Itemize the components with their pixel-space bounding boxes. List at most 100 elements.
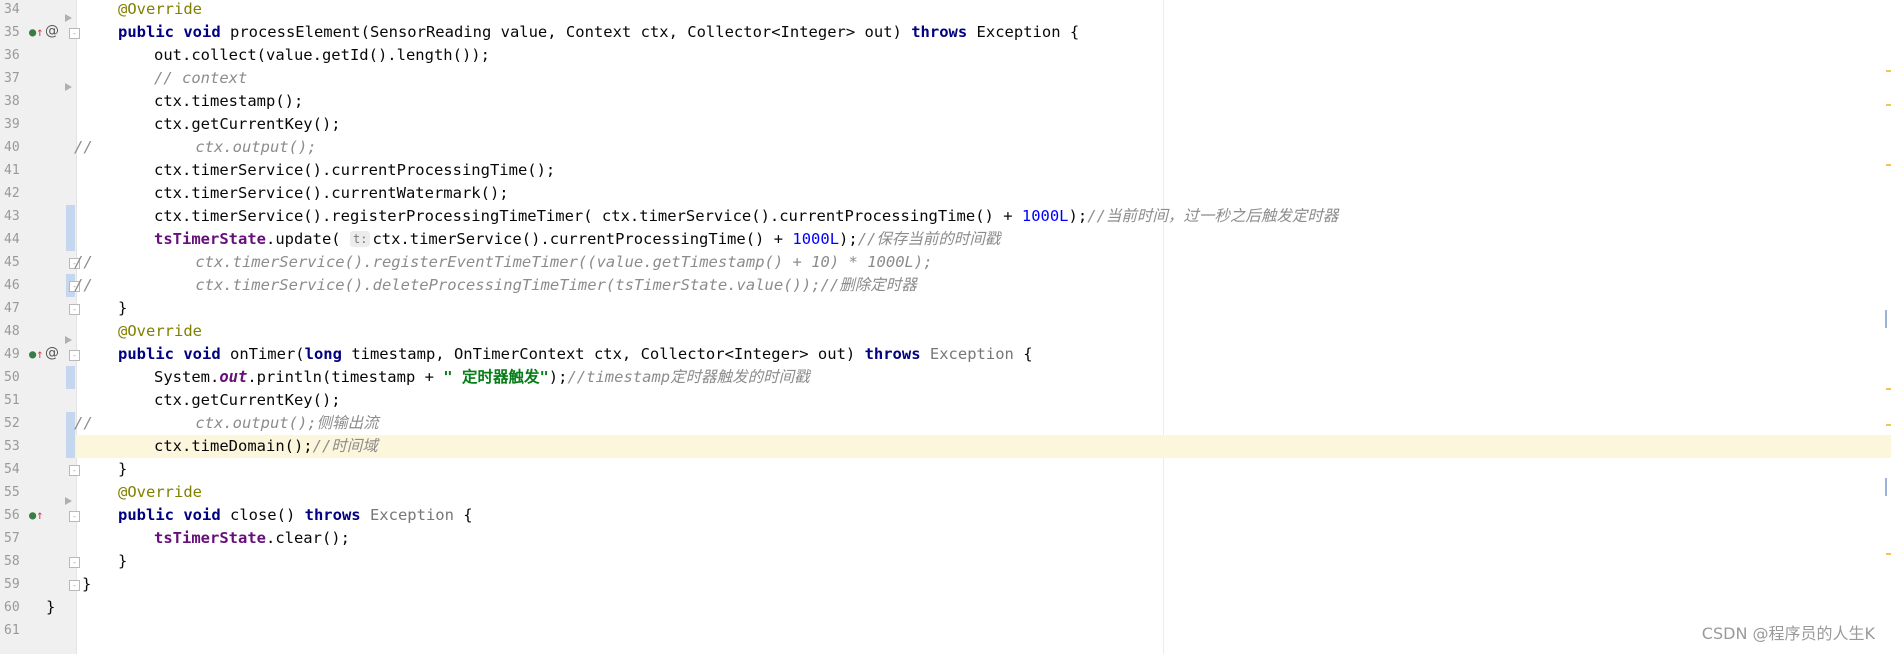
line-number: 35 — [4, 25, 20, 40]
code-token: ctx.timeDomain(); — [154, 437, 313, 455]
code-line[interactable]: } — [76, 297, 1891, 320]
code-line[interactable]: public void close() throws Exception { — [76, 504, 1891, 527]
code-line[interactable]: @Override — [76, 320, 1891, 343]
code-line[interactable]: tsTimerState.update( t: ctx.timerService(… — [76, 228, 1891, 251]
code-line[interactable]: // ctx.output();侧输出流 — [74, 412, 1891, 435]
breakpoint-arrow-icon[interactable] — [65, 83, 72, 91]
line-number: 50 — [4, 370, 20, 385]
code-token: ); — [1068, 207, 1088, 225]
warning-stripe-mark[interactable] — [1886, 104, 1891, 106]
code-text: } — [118, 550, 127, 573]
code-text: @Override — [118, 481, 202, 504]
line-number: 48 — [4, 324, 20, 339]
code-line[interactable]: } — [76, 458, 1891, 481]
code-token: tsTimerState — [154, 230, 266, 248]
code-line[interactable]: // ctx.timerService().deleteProcessingTi… — [74, 274, 1891, 297]
code-token: @Override — [118, 322, 202, 340]
breakpoint-arrow-icon[interactable] — [65, 336, 72, 344]
code-line[interactable]: out.collect(value.getId().length()); — [76, 44, 1891, 67]
line-number: 51 — [4, 393, 20, 408]
code-text: ctx.timeDomain();//时间域 — [154, 435, 378, 458]
breakpoint-arrow-icon[interactable] — [65, 14, 72, 22]
line-number: 43 — [4, 209, 20, 224]
line-number-gutter[interactable]: 34 35- ●↑ @36 37 38 39 40 41 42 43 44 45-46-47-48 49-… — [0, 0, 80, 654]
at-sign-icon[interactable]: @ — [45, 345, 59, 361]
code-token: Exception — [369, 506, 454, 524]
code-token: @Override — [118, 0, 202, 18]
code-line[interactable]: tsTimerState.clear(); — [76, 527, 1891, 550]
code-line[interactable]: ctx.timerService().registerProcessingTim… — [76, 205, 1891, 228]
override-up-arrow-icon[interactable]: ●↑ — [29, 25, 43, 39]
code-text: ctx.getCurrentKey(); — [154, 113, 341, 136]
warning-stripe-mark[interactable] — [1886, 424, 1891, 426]
code-text: out.collect(value.getId().length()); — [154, 44, 490, 67]
code-line[interactable]: System.out.println(timestamp + " 定时器触发")… — [76, 366, 1891, 389]
code-token: 1000L — [1021, 207, 1069, 225]
vcs-change-marker[interactable] — [66, 228, 75, 251]
code-text: ctx.timerService().currentProcessingTime… — [154, 159, 555, 182]
line-number: 59 — [4, 577, 20, 592]
vcs-change-marker[interactable] — [66, 205, 75, 228]
code-line[interactable]: @Override — [76, 481, 1891, 504]
code-token: System. — [154, 368, 220, 386]
parameter-hint: t: — [349, 231, 371, 247]
code-token: public void — [118, 506, 230, 524]
code-token: } — [82, 575, 92, 593]
code-token: //时间域 — [312, 437, 378, 455]
code-line[interactable]: ctx.timeDomain();//时间域 — [76, 435, 1891, 458]
code-line[interactable]: } — [76, 550, 1891, 573]
line-number: 46 — [4, 278, 20, 293]
change-stripe-mark[interactable] — [1885, 310, 1887, 328]
line-number: 38 — [4, 94, 20, 109]
code-line[interactable]: public void onTimer(long timestamp, OnTi… — [76, 343, 1891, 366]
override-up-arrow-icon[interactable]: ●↑ — [29, 508, 43, 522]
code-text: // ctx.output(); — [74, 136, 317, 159]
code-line[interactable]: ctx.getCurrentKey(); — [76, 113, 1891, 136]
code-token: .println(timestamp + — [247, 368, 444, 386]
code-text: tsTimerState.update( t: ctx.timerService(… — [154, 228, 1000, 251]
code-text: // ctx.timerService().deleteProcessingTi… — [74, 274, 917, 297]
code-line[interactable]: public void processElement(SensorReading… — [76, 21, 1891, 44]
warning-stripe-mark[interactable] — [1886, 388, 1891, 390]
code-line[interactable]: ctx.getCurrentKey(); — [76, 389, 1891, 412]
line-number: 34 — [4, 2, 20, 17]
code-text: @Override — [118, 0, 202, 21]
code-token: close() — [229, 506, 305, 524]
warning-stripe-mark[interactable] — [1886, 553, 1891, 555]
code-token: ctx.getCurrentKey(); — [154, 391, 341, 409]
code-line[interactable]: ctx.timerService().currentProcessingTime… — [76, 159, 1891, 182]
code-line[interactable]: // ctx.output(); — [74, 136, 1891, 159]
code-line[interactable]: // ctx.timerService().registerEventTimeT… — [74, 251, 1891, 274]
code-line[interactable]: // context — [76, 67, 1891, 90]
code-text: } — [46, 596, 55, 619]
code-editor[interactable]: @Override public void processElement(Sens… — [46, 0, 1891, 654]
line-number: 56 — [4, 508, 20, 523]
code-token: Exception { — [976, 23, 1080, 41]
line-number: 40 — [4, 140, 20, 155]
change-stripe-mark[interactable] — [1885, 478, 1887, 496]
code-token: timestamp, OnTimerContext ctx, Collector… — [351, 345, 865, 363]
line-number: 42 — [4, 186, 20, 201]
vcs-change-marker[interactable] — [66, 366, 75, 389]
code-line[interactable]: } — [76, 573, 1891, 596]
code-line[interactable]: ctx.timerService().currentWatermark(); — [76, 182, 1891, 205]
line-number: 47 — [4, 301, 20, 316]
override-up-arrow-icon[interactable]: ●↑ — [29, 347, 43, 361]
breakpoint-arrow-icon[interactable] — [65, 497, 72, 505]
warning-stripe-mark[interactable] — [1886, 70, 1891, 72]
code-text: tsTimerState.clear(); — [154, 527, 350, 550]
code-line[interactable]: } — [46, 596, 1891, 619]
code-text: } — [118, 297, 127, 320]
code-line[interactable]: ctx.timestamp(); — [76, 90, 1891, 113]
at-sign-icon[interactable]: @ — [45, 23, 59, 39]
code-token: ctx.timerService().currentWatermark(); — [154, 184, 509, 202]
code-text: @Override — [118, 320, 202, 343]
warning-stripe-mark[interactable] — [1886, 164, 1891, 166]
code-token: // ctx.timerService().deleteProcessingTi… — [74, 276, 917, 294]
line-number: 49 — [4, 347, 20, 362]
code-token: // ctx.output(); — [74, 138, 317, 156]
vcs-change-marker[interactable] — [66, 435, 75, 458]
code-token: .update( — [265, 230, 350, 248]
code-line[interactable] — [76, 619, 1891, 642]
code-line[interactable]: @Override — [76, 0, 1891, 21]
